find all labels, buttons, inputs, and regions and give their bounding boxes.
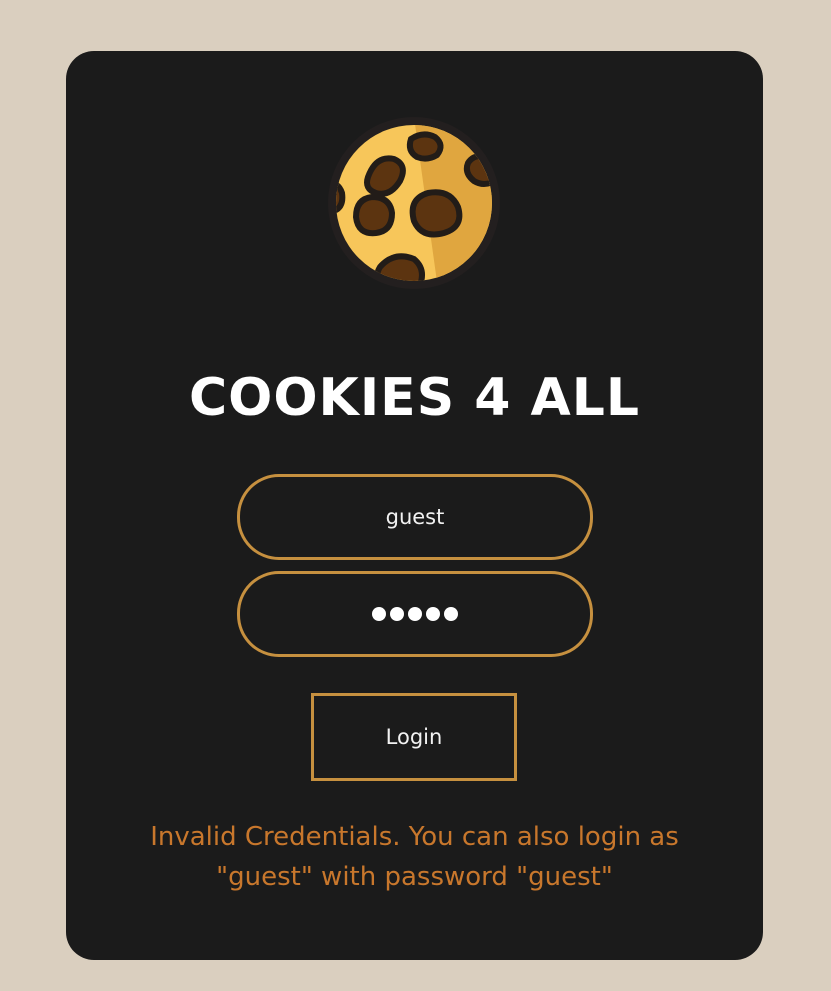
error-message-line-1: Invalid Credentials. You can also login … xyxy=(150,822,679,852)
error-message-line-2: "guest" with password "guest" xyxy=(216,862,613,892)
login-card: COOKIES 4 ALL guest Login Invalid Creden… xyxy=(66,51,763,960)
cookie-icon xyxy=(328,117,500,289)
password-field[interactable] xyxy=(237,571,593,657)
password-dot xyxy=(426,607,440,621)
password-dot xyxy=(390,607,404,621)
error-message: Invalid Credentials. You can also login … xyxy=(96,817,733,897)
password-mask xyxy=(372,607,458,621)
password-dot xyxy=(372,607,386,621)
password-dot xyxy=(444,607,458,621)
password-dot xyxy=(408,607,422,621)
page-title: COOKIES 4 ALL xyxy=(188,368,641,428)
login-button-label: Login xyxy=(385,725,443,749)
cookie-logo xyxy=(328,117,500,289)
login-button[interactable]: Login xyxy=(311,693,517,781)
username-field[interactable]: guest xyxy=(237,474,593,560)
username-value: guest xyxy=(385,505,445,529)
